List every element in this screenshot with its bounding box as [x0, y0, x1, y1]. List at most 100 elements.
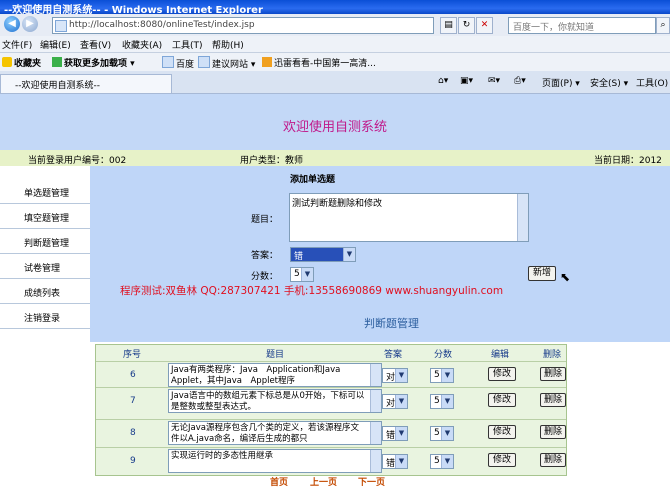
menu-help[interactable]: 帮助(H) — [212, 38, 244, 51]
user-id: 当前登录用户编号：002 — [28, 156, 127, 166]
chevron-down-icon: ▼ — [395, 369, 407, 382]
search-input[interactable]: 百度一下，你就知道 — [508, 17, 656, 34]
tab-current[interactable]: --欢迎使用自测系统-- — [0, 74, 172, 93]
chevron-down-icon: ▼ — [343, 248, 355, 261]
user-type: 用户类型：教师 — [240, 156, 304, 166]
tab-bar: --欢迎使用自测系统-- ⌂▾ ▣▾ ✉▾ ⎙▾ 页面(P) ▾ 安全(S) ▾… — [0, 71, 670, 94]
row-score-select[interactable]: 5 ▼ — [430, 368, 454, 383]
feeds-icon[interactable]: ▣▾ — [460, 76, 473, 86]
question-textarea[interactable]: 测试判断题删除和修改 — [289, 193, 529, 242]
refresh-icon[interactable]: ↻ — [458, 17, 475, 34]
row-answer-select[interactable]: 错 ▼ — [382, 454, 408, 469]
sidebar-item-scores[interactable]: 成绩列表 — [0, 278, 90, 304]
edit-button[interactable]: 修改 — [488, 453, 516, 467]
row-answer-select[interactable]: 错 ▼ — [382, 426, 408, 441]
row-id: 8 — [130, 428, 136, 438]
pager-next[interactable]: 下一页 — [358, 475, 385, 488]
row-question: Java有两类程序：Java Application和Java Applet，其… — [171, 365, 349, 386]
chevron-down-icon: ▼ — [441, 455, 453, 468]
tab-menu-tools[interactable]: 工具(O) ▾ — [636, 76, 670, 89]
delete-button[interactable]: 删除 — [540, 393, 566, 407]
menu-file[interactable]: 文件(F) — [2, 38, 32, 51]
score-select[interactable]: 5 ▼ — [290, 267, 314, 282]
menu-edit[interactable]: 编辑(E) — [40, 38, 71, 51]
textarea-scrollbar[interactable] — [370, 390, 381, 412]
row-score-select[interactable]: 5 ▼ — [430, 394, 454, 409]
chevron-down-icon: ▼ — [441, 427, 453, 440]
row-score-select[interactable]: 5 ▼ — [430, 454, 454, 469]
url-text: http://localhost:8080/onlineTest/index.j… — [69, 20, 255, 30]
textarea-scrollbar[interactable] — [370, 450, 381, 472]
chevron-down-icon: ▼ — [395, 427, 407, 440]
sidebar-item-label: 判断题管理 — [24, 239, 70, 249]
edit-button[interactable]: 修改 — [488, 393, 516, 407]
sidebar-item-logout[interactable]: 注销登录 — [0, 303, 90, 329]
site-title: 欢迎使用自测系统 — [282, 120, 387, 135]
fav-item-xunlei[interactable]: 迅雷看看-中国第一高清... — [262, 56, 376, 69]
col-header-id: 序号 — [123, 350, 142, 360]
mail-icon[interactable]: ✉▾ — [488, 76, 500, 86]
site-header: 欢迎使用自测系统 — [0, 94, 670, 150]
url-field[interactable]: http://localhost:8080/onlineTest/index.j… — [52, 17, 434, 34]
row-score-select[interactable]: 5 ▼ — [430, 426, 454, 441]
table-row: 8 无论Java源程序包含几个类的定义，若该源程序文件以A.java命名，编译后… — [96, 419, 566, 445]
edit-button[interactable]: 修改 — [488, 367, 516, 381]
sidebar-item-single-choice[interactable]: 单选题管理 — [0, 178, 90, 204]
addon-icon — [52, 57, 62, 67]
textarea-scrollbar[interactable] — [517, 194, 528, 241]
row-answer: 错 — [386, 431, 396, 441]
page-icon — [198, 56, 210, 68]
col-header-question: 题目 — [266, 350, 285, 360]
fav-item-baidu[interactable]: 百度 — [162, 56, 194, 70]
row-question-textarea[interactable]: Java有两类程序：Java Application和Java Applet，其… — [168, 363, 382, 387]
row-question: Java语言中的数组元素下标总是从0开始，下标可以是整数或整型表达式。 — [171, 391, 365, 412]
delete-button[interactable]: 删除 — [540, 425, 566, 439]
delete-button[interactable]: 删除 — [540, 453, 566, 467]
home-icon[interactable]: ⌂▾ — [438, 76, 448, 86]
textarea-scrollbar[interactable] — [370, 422, 381, 444]
row-answer-select[interactable]: 对 ▼ — [382, 368, 408, 383]
sidebar-item-papers[interactable]: 试卷管理 — [0, 253, 90, 279]
window-titlebar: --欢迎使用自测系统-- - Windows Internet Explorer — [0, 0, 670, 16]
answer-select[interactable]: 错 ▼ — [290, 247, 356, 262]
tab-title: --欢迎使用自测系统-- — [15, 81, 100, 91]
back-icon[interactable]: ◀ — [4, 16, 20, 32]
fav-item-suggested[interactable]: 建议网站 ▾ — [198, 56, 255, 70]
menu-view[interactable]: 查看(V) — [80, 38, 111, 51]
row-question-textarea[interactable]: Java语言中的数组元素下标总是从0开始，下标可以是整数或整型表达式。 — [168, 389, 382, 413]
col-header-score: 分数 — [434, 350, 453, 360]
sidebar-item-judgement[interactable]: 判断题管理 — [0, 228, 90, 254]
row-score: 5 — [434, 370, 440, 380]
answer-value: 错 — [294, 252, 304, 262]
menu-tools[interactable]: 工具(T) — [172, 38, 203, 51]
tab-menu-safety[interactable]: 安全(S) ▾ — [590, 76, 628, 89]
pager-first[interactable]: 首页 — [270, 475, 288, 488]
address-bar: ◀ ▶ http://localhost:8080/onlineTest/ind… — [0, 14, 670, 36]
menu-favorites[interactable]: 收藏夹(A) — [122, 38, 162, 51]
question-label: 题目： — [251, 215, 279, 225]
row-question-textarea[interactable]: 实现运行时的多态性用继承 — [168, 449, 382, 473]
chevron-down-icon: ▼ — [395, 395, 407, 408]
table-row: 9 实现运行时的多态性用继承 错 ▼ 5 ▼ 修改 删除 — [96, 447, 566, 473]
textarea-scrollbar[interactable] — [370, 364, 381, 386]
row-question-textarea[interactable]: 无论Java源程序包含几个类的定义，若该源程序文件以A.java命名，编译后生成… — [168, 421, 382, 445]
compat-icon[interactable]: ▤ — [440, 17, 457, 34]
row-answer-select[interactable]: 对 ▼ — [382, 394, 408, 409]
row-question: 实现运行时的多态性用继承 — [171, 451, 274, 461]
forward-icon[interactable]: ▶ — [22, 16, 38, 32]
add-button[interactable]: 新增 — [528, 266, 556, 281]
sidebar-item-fill-blank[interactable]: 填空题管理 — [0, 203, 90, 229]
management-title: 判断题管理 — [364, 317, 419, 330]
favorites-button[interactable]: 收藏夹 — [2, 56, 41, 69]
stop-icon[interactable]: ✕ — [476, 17, 493, 34]
tab-menu-page[interactable]: 页面(P) ▾ — [542, 76, 580, 89]
print-icon[interactable]: ⎙▾ — [514, 76, 526, 86]
pager-prev[interactable]: 上一页 — [310, 475, 337, 488]
search-placeholder: 百度一下，你就知道 — [513, 23, 595, 33]
user-info-bar: 当前登录用户编号：002 用户类型：教师 当前日期：2012 — [0, 150, 670, 166]
cursor-icon: ⬉ — [560, 270, 571, 284]
fav-item-addons[interactable]: 获取更多加载项 ▾ — [52, 56, 135, 69]
search-icon[interactable]: ⌕ — [656, 17, 670, 34]
edit-button[interactable]: 修改 — [488, 425, 516, 439]
delete-button[interactable]: 删除 — [540, 367, 566, 381]
